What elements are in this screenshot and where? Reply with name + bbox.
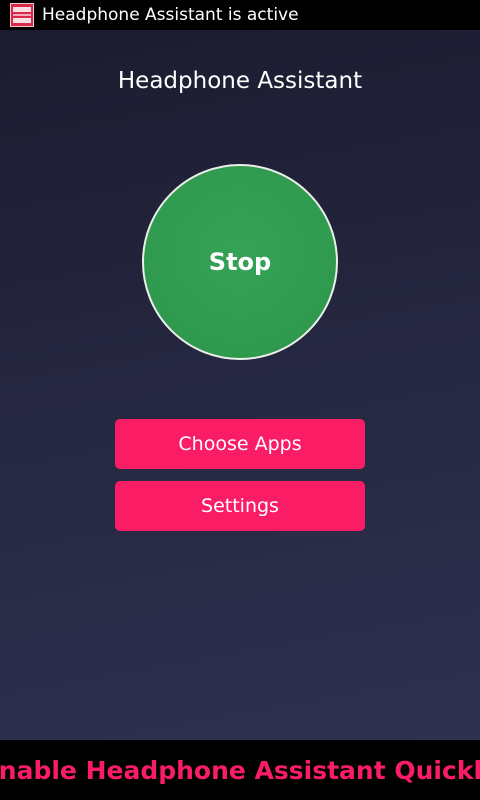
main-content: Headphone Assistant Stop Choose Apps Set…	[0, 30, 480, 740]
choose-apps-button[interactable]: Choose Apps	[115, 419, 365, 469]
status-notification-text: Headphone Assistant is active	[42, 5, 299, 25]
page-title: Headphone Assistant	[117, 68, 363, 94]
app-notification-icon	[10, 3, 34, 27]
stop-toggle-button[interactable]: Stop	[142, 164, 338, 360]
settings-button[interactable]: Settings	[115, 481, 365, 531]
promo-banner: Enable Headphone Assistant Quickly	[0, 740, 480, 800]
app-screen: Headphone Assistant is active Headphone …	[0, 0, 480, 800]
status-bar: Headphone Assistant is active	[0, 0, 480, 30]
